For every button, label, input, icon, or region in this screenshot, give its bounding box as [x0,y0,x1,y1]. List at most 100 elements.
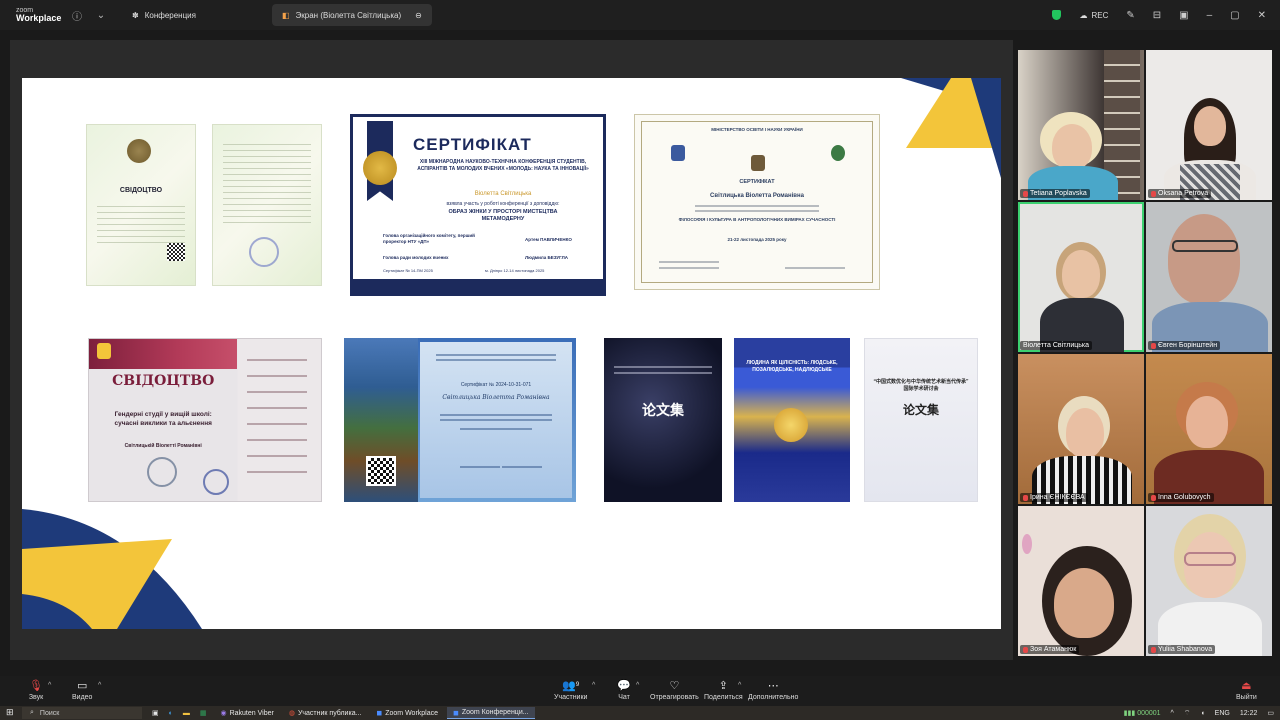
taskbar-zoom-meeting[interactable]: ◼ Zoom Конференци... [447,707,535,719]
task-view-icon[interactable]: ▣ [152,709,159,717]
paw-icon: ✽ [132,10,139,20]
participant-tile[interactable]: Yuliia Shabanova [1146,506,1272,656]
info-icon[interactable]: ⓘ [70,8,84,23]
rec-indicator[interactable]: ☁ REC [1079,11,1108,20]
cloud-icon: ☁ [1079,10,1088,20]
chat-button[interactable]: 💬 Чат [616,678,632,702]
certificate-appendix-green [212,124,322,286]
mic-muted-icon [1151,190,1156,197]
stamp-icon [249,237,279,267]
taskbar-browser[interactable]: ◍ Участник публика... [283,707,368,719]
language-indicator[interactable]: ENG [1215,710,1230,717]
taskbar-search[interactable]: ⌕ Поиск [22,707,142,719]
more-icon: ⋯ [767,679,779,692]
edge-icon[interactable]: ◐ [169,710,173,717]
mic-muted-icon [1023,646,1028,653]
mic-muted-icon: 🎙 [29,679,43,692]
certificate-svidotstvo-gender: СВІДОЦТВО Гендерні студії у вищій школі:… [88,338,322,502]
wifi-icon[interactable]: ⌔ [1184,709,1191,718]
chevron-up-icon[interactable]: ^ [48,682,51,689]
system-tray: ▮▮▮ 000001 ^ ⌔ ◖ ENG 12:22 ▭ [1124,706,1274,720]
chevron-up-icon[interactable]: ^ [592,682,595,689]
emblem-icon [671,145,685,161]
corner-decoration-top-right [901,78,1001,178]
mic-muted-icon [1023,190,1028,197]
chat-icon: 💬 [617,679,631,692]
mic-muted-icon [1151,342,1156,349]
screen-icon: ◧ [281,10,290,20]
participant-tile[interactable]: Зоя Атаманюк [1018,506,1144,656]
taskbar-zoom-workplace[interactable]: ◼ Zoom Workplace [370,707,444,719]
emblem-icon [831,145,845,161]
participants-icon: 👥 9 [562,679,580,692]
book-cover-liudyna: ЛЮДИНА ЯК ЦІЛІСНІСТЬ: ЛЮДСЬКЕ, ПОЗАЛЮДСЬ… [734,338,850,502]
search-icon: ⌕ [30,709,34,716]
mic-muted-icon [1151,646,1156,653]
certificate-blue-art: Сертифікат № 2024-10-31-071 Світлицька В… [344,338,576,502]
windows-taskbar: ⊞ ⌕ Поиск ▣ ◐ ▬ ▦ ◉ Rakuten Viber ◍ Участн… [0,706,1280,720]
qr-code [167,243,185,261]
chevron-up-icon[interactable]: ^ [1171,710,1174,717]
pen-icon[interactable]: ✎ [1126,10,1134,21]
stamp-icon [203,469,229,495]
encryption-shield-icon [1052,10,1062,20]
meeting-toolbar: 🎙 Звук ^ ▭ Видео ^ 👥 9 Участники ^ 💬 Чат … [0,676,1280,706]
more-button[interactable]: ⋯ Дополнительно [748,678,798,702]
excel-icon[interactable]: ▦ [200,709,207,717]
leave-button[interactable]: ⏏ Выйти [1236,678,1257,702]
zoom-icon: ◼ [453,709,459,717]
participant-tile[interactable]: Inna Golubovych [1146,354,1272,504]
react-button[interactable]: ♡ Отреагировать [650,678,699,702]
chevron-up-icon[interactable]: ^ [98,682,101,689]
book-cover-lunwenji-white: “中国式数优化与中华传统艺术新当代传承” 国际学术研讨会 论文集 [864,338,978,502]
illustration-icon [774,408,808,442]
minimize-icon[interactable]: – [1207,10,1213,21]
participant-tile[interactable]: Oksana Petrova [1146,50,1272,200]
participants-button[interactable]: 👥 9 Участники [554,678,587,702]
stock-widget[interactable]: ▮▮▮ 000001 [1124,709,1161,717]
chevron-up-icon[interactable]: ^ [636,682,639,689]
certificate-svidotstvo-green: СВІДОЦТВО [86,124,196,286]
participant-tile[interactable]: Tetiana Poplavska [1018,50,1144,200]
taskbar-viber[interactable]: ◉ Rakuten Viber [214,707,279,719]
audio-button[interactable]: 🎙 Звук [28,678,44,702]
window-controls: ☁ REC ✎ ⊟ ▣ – ▢ ✕ [1052,0,1266,30]
mic-muted-icon [1151,494,1156,501]
video-button[interactable]: ▭ Видео [72,678,92,702]
tab-conference[interactable]: ✽ Конференция [122,4,206,26]
close-icon[interactable]: ✕ [1258,10,1266,21]
share-button[interactable]: ⇪ Поделиться [704,678,743,702]
notification-icon[interactable]: ▭ [1267,709,1274,717]
clock[interactable]: 12:22 [1240,710,1258,717]
emblem-icon [97,343,111,359]
participant-tile[interactable]: Ірина ЄНІКЄЄВА [1018,354,1144,504]
participant-tile-active-speaker[interactable]: Віолетта Світлицька [1018,202,1144,352]
mic-muted-icon [1023,494,1028,501]
maximize-icon[interactable]: ▢ [1230,10,1239,21]
chevron-up-icon[interactable]: ^ [738,682,741,689]
leave-icon: ⏏ [1241,679,1252,692]
viber-icon: ◉ [220,710,227,717]
explorer-icon[interactable]: ▬ [183,710,190,717]
zoom-logo: zoom Workplace [16,7,62,23]
video-camera-icon: ▭ [77,679,88,692]
presentation-slide: СВІДОЦТВО СЕРТИФІКАТ XIII МІЖНАРОДНА НАУ… [22,78,1001,629]
certificate-filosofiia-kultura: МІНІСТЕРСТВО ОСВІТИ І НАУКИ УКРАЇНИ СЕРТ… [634,114,880,290]
volume-icon[interactable]: ◖ [1200,710,1204,717]
corner-decoration-bottom-left [22,509,202,629]
view-icon[interactable]: ⊟ [1153,10,1161,21]
participant-tile[interactable]: Євген Борінштейн [1146,202,1272,352]
stamp-icon [147,457,177,487]
minus-circle-icon[interactable]: ⊖ [415,11,422,20]
medal-icon [363,151,397,185]
qr-code [366,456,396,486]
fullscreen-icon[interactable]: ▣ [1179,10,1188,21]
chevron-down-icon[interactable]: ⌄ [94,8,108,22]
seal-icon [127,139,151,163]
book-cover-lunwenji-space: 论文集 [604,338,722,502]
windows-start-icon[interactable]: ⊞ [6,707,14,718]
zoom-icon: ◼ [376,710,383,717]
certificate-molod-nauka: СЕРТИФІКАТ XIII МІЖНАРОДНА НАУКОВО-ТЕХНІ… [350,114,606,296]
emblem-icon [751,155,765,171]
tab-screen-share[interactable]: ◧ Экран (Віолетта Світлицька) ⊖ [271,4,432,26]
